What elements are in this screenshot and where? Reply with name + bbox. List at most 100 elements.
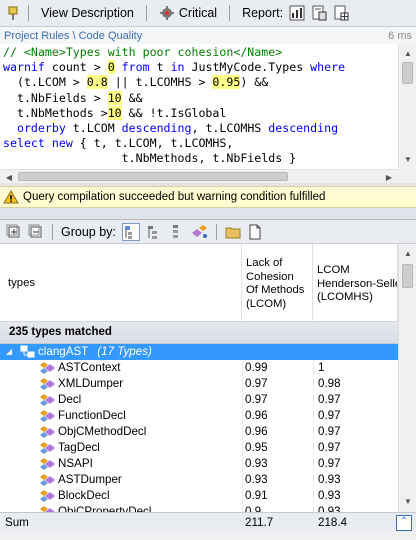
matched-count: 235 types matched	[9, 326, 112, 338]
group-by-label: Group by:	[61, 224, 116, 239]
column-divider	[313, 456, 314, 472]
group-by-assembly-icon[interactable]	[121, 222, 140, 241]
class-icon	[40, 458, 55, 470]
column-divider	[313, 376, 314, 392]
editor-horizontal-scrollbar[interactable]: ◀ ▶	[0, 169, 398, 183]
table-row[interactable]: ObjCPropertyDecl 0.9 0.93	[0, 504, 398, 512]
report-grid-button[interactable]	[330, 2, 352, 24]
sum-bar: Sum 211.7 218.4 ⌃	[0, 512, 416, 532]
column-divider	[313, 504, 314, 512]
class-icon	[40, 378, 55, 390]
code-line-6: orderby t.LCOM descending, t.LCOMHS desc…	[3, 121, 339, 136]
lcom-value: 0.93	[245, 473, 268, 486]
table-row[interactable]: Decl 0.97 0.97	[0, 392, 398, 408]
column-divider	[313, 424, 314, 440]
editor-hscroll-thumb[interactable]	[18, 172, 288, 181]
export-document-icon[interactable]	[247, 224, 263, 240]
expand-all-icon[interactable]	[6, 224, 22, 240]
code-line-4: t.NbFields > 10 &&	[3, 90, 143, 105]
view-description-button[interactable]: View Description	[35, 2, 140, 24]
group-name: clangAST	[38, 345, 89, 358]
breadcrumb-code-quality[interactable]: Code Quality	[79, 30, 143, 42]
sum-lcomhs: 218.4	[318, 516, 348, 529]
report-document-button[interactable]	[308, 2, 330, 24]
scroll-down-icon[interactable]: ▼	[401, 494, 415, 508]
scroll-up-icon[interactable]: ▲	[401, 246, 415, 260]
table-row[interactable]: BlockDecl 0.91 0.93	[0, 488, 398, 504]
matched-count-bar: 235 types matched	[0, 322, 398, 344]
status-message: Query compilation succeeded but warning …	[23, 191, 326, 203]
column-divider	[242, 392, 243, 408]
group-by-method-icon[interactable]	[190, 224, 208, 240]
group-count: (17 Types)	[97, 345, 152, 358]
editor-vscroll-thumb[interactable]	[402, 62, 413, 84]
class-icon	[40, 394, 55, 406]
collapse-up-icon[interactable]: ⌃	[396, 515, 412, 531]
table-row[interactable]: FunctionDecl 0.96 0.97	[0, 408, 398, 424]
type-name: FunctionDecl	[58, 409, 126, 422]
query-editor[interactable]: // <Name>Types with poor cohesion</Name>…	[0, 44, 398, 169]
table-row[interactable]: ASTDumper 0.93 0.93	[0, 472, 398, 488]
editor-vertical-scrollbar[interactable]: ▲ ▼	[398, 44, 416, 169]
lcom-value: 0.95	[245, 441, 268, 454]
critical-icon	[159, 6, 174, 20]
column-divider	[313, 392, 314, 408]
group-by-type-icon[interactable]	[168, 224, 184, 240]
results-toolbar: Group by:	[0, 220, 416, 244]
column-divider	[313, 408, 314, 424]
column-header-lcomhs[interactable]: LCOM Henderson-Sellers (LCOMHS)	[313, 244, 398, 322]
breadcrumb-project-rules[interactable]: Project Rules	[4, 30, 69, 42]
report-chart-button[interactable]	[286, 2, 308, 24]
lcomhs-value: 0.93	[318, 473, 341, 486]
scroll-left-icon[interactable]: ◀	[2, 170, 16, 184]
grid-vscroll-thumb[interactable]	[402, 264, 413, 288]
column-divider	[242, 424, 243, 440]
query-status-bar: Query compilation succeeded but warning …	[0, 186, 416, 208]
folder-icon[interactable]	[225, 224, 241, 240]
lcomhs-value: 0.97	[318, 409, 341, 422]
scroll-up-icon[interactable]: ▲	[401, 46, 415, 60]
class-icon	[40, 490, 55, 502]
column-divider	[242, 360, 243, 376]
pin-icon[interactable]	[6, 5, 22, 21]
lcom-value: 0.91	[245, 489, 268, 502]
lcomhs-value: 0.97	[318, 441, 341, 454]
type-name: ObjCMethodDecl	[58, 425, 147, 438]
column-header-types[interactable]: types	[0, 244, 242, 322]
toolbar-separator	[28, 5, 29, 21]
group-row-clangast[interactable]: ◢ clangAST (17 Types)	[0, 344, 398, 360]
lcom-value: 0.99	[245, 361, 268, 374]
column-divider	[242, 472, 243, 488]
critical-button[interactable]: Critical	[153, 2, 223, 24]
type-name: XMLDumper	[58, 377, 124, 390]
table-row[interactable]: ObjCMethodDecl 0.96 0.97	[0, 424, 398, 440]
code-line-5: t.NbMethods >10 && !t.IsGlobal	[3, 105, 227, 120]
column-divider	[242, 440, 243, 456]
grid-vertical-scrollbar[interactable]: ▲ ▼	[398, 244, 416, 512]
scroll-right-icon[interactable]: ▶	[382, 170, 396, 184]
column-header-lcom[interactable]: Lack of Cohesion Of Methods (LCOM)	[242, 244, 313, 322]
query-duration: 6 ms	[388, 29, 412, 42]
lcom-value: 0.93	[245, 457, 268, 470]
lcomhs-value: 0.93	[318, 489, 341, 502]
query-toolbar: View Description Critical Report:	[0, 0, 416, 27]
table-row[interactable]: NSAPI 0.93 0.97	[0, 456, 398, 472]
table-row[interactable]: TagDecl 0.95 0.97	[0, 440, 398, 456]
code-line-1: // <Name>Types with poor cohesion</Name>	[3, 45, 283, 59]
type-name: TagDecl	[58, 441, 100, 454]
column-divider	[313, 472, 314, 488]
code-line-2: warnif count > 0 from t in JustMyCode.Ty…	[3, 60, 346, 75]
bottom-edge	[0, 532, 416, 540]
scroll-down-icon[interactable]: ▼	[401, 152, 415, 166]
report-grid-icon	[334, 5, 349, 21]
lcom-value: 0.96	[245, 409, 268, 422]
panel-splitter[interactable]	[0, 208, 416, 220]
collapse-all-icon[interactable]	[28, 224, 44, 240]
table-row[interactable]: ASTContext 0.99 1	[0, 360, 398, 376]
group-by-namespace-icon[interactable]	[146, 224, 162, 240]
table-row[interactable]: XMLDumper 0.97 0.98	[0, 376, 398, 392]
lcomhs-value: 0.97	[318, 425, 341, 438]
lcomhs-value: 0.97	[318, 393, 341, 406]
expand-triangle-icon[interactable]: ◢	[6, 344, 12, 360]
lcomhs-value: 0.97	[318, 457, 341, 470]
